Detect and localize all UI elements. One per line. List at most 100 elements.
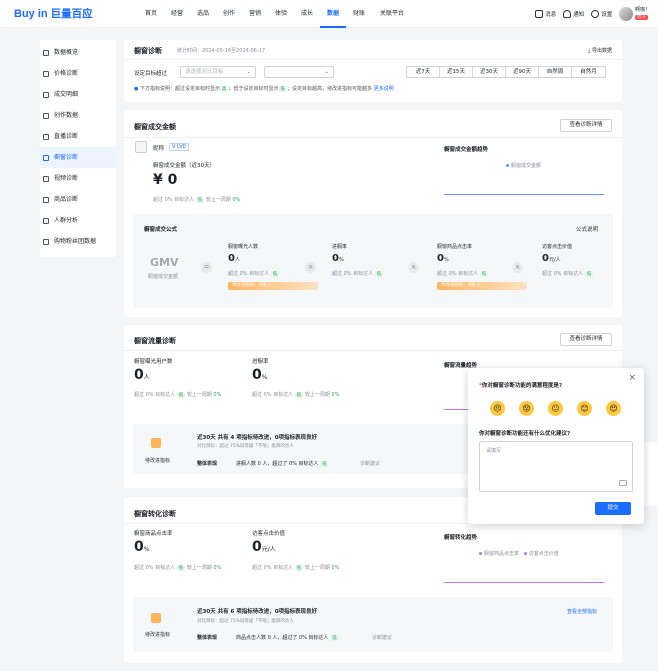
gmv-sub: 超过 0% 目标达人 低 较上一周期 0% xyxy=(153,197,241,203)
multiply-icon: × xyxy=(305,262,316,273)
period-selector: 近7天 近15天 近30天 近90天 自然周 自然月 xyxy=(406,66,606,78)
metric-label: 进橱率 xyxy=(252,359,269,365)
gmv-detail-button[interactable]: 查看诊断详情 xyxy=(560,119,612,132)
survey-question-1: *你对橱窗诊断功能的满意程度是? xyxy=(479,383,563,389)
sidebar-item-video[interactable]: 视频诊断 xyxy=(40,168,116,189)
multiply-icon: × xyxy=(512,262,523,273)
floating-tools[interactable] xyxy=(644,442,658,506)
metric-value: 0人 xyxy=(134,367,150,383)
fans-icon xyxy=(43,238,49,245)
sidebar-item-overview[interactable]: 数据概览 xyxy=(40,42,116,63)
diag-advice-link[interactable]: 诊断建议 xyxy=(372,634,392,641)
factor-sub: 超过 0% 目标达人 低 xyxy=(332,271,384,277)
nav-home[interactable]: 首页 xyxy=(138,0,164,28)
survey-question-2: 你对橱窗诊断功能还有什么优化建议? xyxy=(479,431,571,437)
nav-growth[interactable]: 成长 xyxy=(294,0,320,28)
sidebar-item-product[interactable]: 商品诊断 xyxy=(40,189,116,210)
gmv-trend-title: 橱窗成交金额趋势 xyxy=(444,147,489,153)
secondary-select[interactable]: ⌄ xyxy=(264,66,334,78)
video-icon xyxy=(43,175,49,182)
message-icon xyxy=(535,10,544,19)
very-satisfied-icon[interactable]: 😍 xyxy=(606,401,621,416)
factor-value: 0% xyxy=(437,253,449,264)
export-button[interactable]: ⤓ 导出数据 xyxy=(588,47,612,54)
period-30d[interactable]: 近30天 xyxy=(473,67,506,77)
nav-linked-platform[interactable]: 关联平台 xyxy=(372,0,412,28)
period-month[interactable]: 自然月 xyxy=(572,67,605,77)
factor-sub: 超过 0% 目标达人 低 xyxy=(542,271,594,277)
metric-sub: 超过 0% 目标达人 低 较上一周期 0% xyxy=(252,565,340,571)
satisfied-icon[interactable]: 😊 xyxy=(577,401,592,416)
metric-value: 0% xyxy=(252,367,268,383)
sidebar-item-creation[interactable]: 创作数据 xyxy=(40,105,116,126)
multiply-icon: × xyxy=(408,262,419,273)
submit-button[interactable]: 提交 xyxy=(595,502,631,515)
period-week[interactable]: 自然周 xyxy=(539,67,572,77)
very-unsatisfied-icon[interactable]: 😣 xyxy=(490,401,505,416)
top-right-tools: 消息 通知 设置 啊咖！ 达人 xyxy=(535,0,650,28)
product-icon xyxy=(43,196,49,203)
nav-create[interactable]: 创作 xyxy=(216,0,242,28)
sidebar-item-audience[interactable]: 人群分析 xyxy=(40,210,116,231)
perf-label: 整体表现 xyxy=(197,635,218,641)
flow-title: 橱窗流量诊断 xyxy=(134,337,176,345)
conv-title: 橱窗转化诊断 xyxy=(134,510,176,518)
metric-sub: 超过 0% 目标达人 低 较上一周期 0% xyxy=(134,392,222,398)
neutral-icon[interactable]: 😐 xyxy=(548,401,563,416)
improve-bar[interactable]: 待改进指标：6项 > xyxy=(437,282,527,290)
period-15d[interactable]: 近15天 xyxy=(440,67,473,77)
sidebar-item-showcase[interactable]: 橱窗诊断 xyxy=(40,147,116,168)
factor-label: 橱窗曝光人数 xyxy=(228,244,259,250)
improve-icon xyxy=(151,613,161,623)
improve-icon-label: 待改进指标 xyxy=(145,458,171,464)
factor-label: 进橱率 xyxy=(332,244,348,250)
improve-bar[interactable]: 待改进指标：4项 > xyxy=(228,282,318,290)
app-logo[interactable]: Buy in 巨量百应 xyxy=(14,6,93,21)
improve-box xyxy=(133,597,613,652)
sidebar-item-fans[interactable]: 购物粉丝团数据 xyxy=(40,231,116,252)
target-select[interactable]: 请选择对比目标 ⌄ xyxy=(180,66,256,78)
image-upload-icon[interactable] xyxy=(619,480,627,486)
gmv-trend-line xyxy=(444,194,604,195)
factor-value: 0人 xyxy=(228,253,240,264)
nickname: 昵称 xyxy=(153,146,165,152)
sidebar-item-price[interactable]: 价格诊断 xyxy=(40,63,116,84)
improve-icon-label: 待改进指标 xyxy=(145,632,171,638)
period-90d[interactable]: 近90天 xyxy=(506,67,539,77)
nav-product-select[interactable]: 选品 xyxy=(190,0,216,28)
sidebar-item-deals[interactable]: 成交明细 xyxy=(40,84,116,105)
perf-text: 进橱人数 0 人，超过了 0% 目标达人 低 xyxy=(236,461,329,467)
nav-marketing[interactable]: 营销 xyxy=(242,0,268,28)
list-icon xyxy=(43,91,49,98)
avatar xyxy=(619,7,634,21)
formula-help-link[interactable]: 公式说明 xyxy=(576,225,598,233)
close-icon[interactable]: × xyxy=(628,373,636,383)
metric-value: 0元/人 xyxy=(252,539,276,555)
view-all-link[interactable]: 查看全部指标 xyxy=(567,608,597,615)
period-7d[interactable]: 近7天 xyxy=(407,67,440,77)
sidebar-item-live[interactable]: 直播诊断 xyxy=(40,126,116,147)
nav-experience[interactable]: 体验 xyxy=(268,0,294,28)
survey-popup: × *你对橱窗诊断功能的满意程度是? 😣 😟 😐 😊 😍 你对橱窗诊断功能还有什… xyxy=(468,368,644,524)
nav-finance[interactable]: 财账 xyxy=(346,0,372,28)
flow-detail-button[interactable]: 查看诊断详情 xyxy=(560,333,612,346)
unsatisfied-icon[interactable]: 😟 xyxy=(519,401,534,416)
edit-icon xyxy=(43,112,49,119)
nav-business[interactable]: 经营 xyxy=(164,0,190,28)
perf-label: 整体表现 xyxy=(197,461,218,467)
diag-advice-link[interactable]: 诊断建议 xyxy=(360,460,380,467)
message-button[interactable]: 消息 xyxy=(535,10,556,19)
improve-headline: 近30天 共有 6 项指标待改进，0项指标表现良好 xyxy=(197,609,318,615)
suggestion-textarea[interactable]: 请填写 xyxy=(479,441,633,492)
more-link[interactable]: 更多说明 xyxy=(374,86,394,92)
settings-button[interactable]: 设置 xyxy=(591,10,612,19)
overview-icon xyxy=(43,49,49,56)
factor-sub: 超过 0% 目标达人 低 xyxy=(437,271,489,277)
metric-label: 橱窗曝光用户数 xyxy=(134,359,173,365)
sidebar: 数据概览 价格诊断 成交明细 创作数据 直播诊断 橱窗诊断 视频诊断 商品诊断 … xyxy=(40,40,116,257)
notice-button[interactable]: 通知 xyxy=(563,10,584,19)
metric-value: 0% xyxy=(134,539,150,555)
live-icon xyxy=(43,133,49,140)
user-menu[interactable]: 啊咖！ 达人 xyxy=(619,7,650,21)
nav-data[interactable]: 数据 xyxy=(320,0,346,28)
